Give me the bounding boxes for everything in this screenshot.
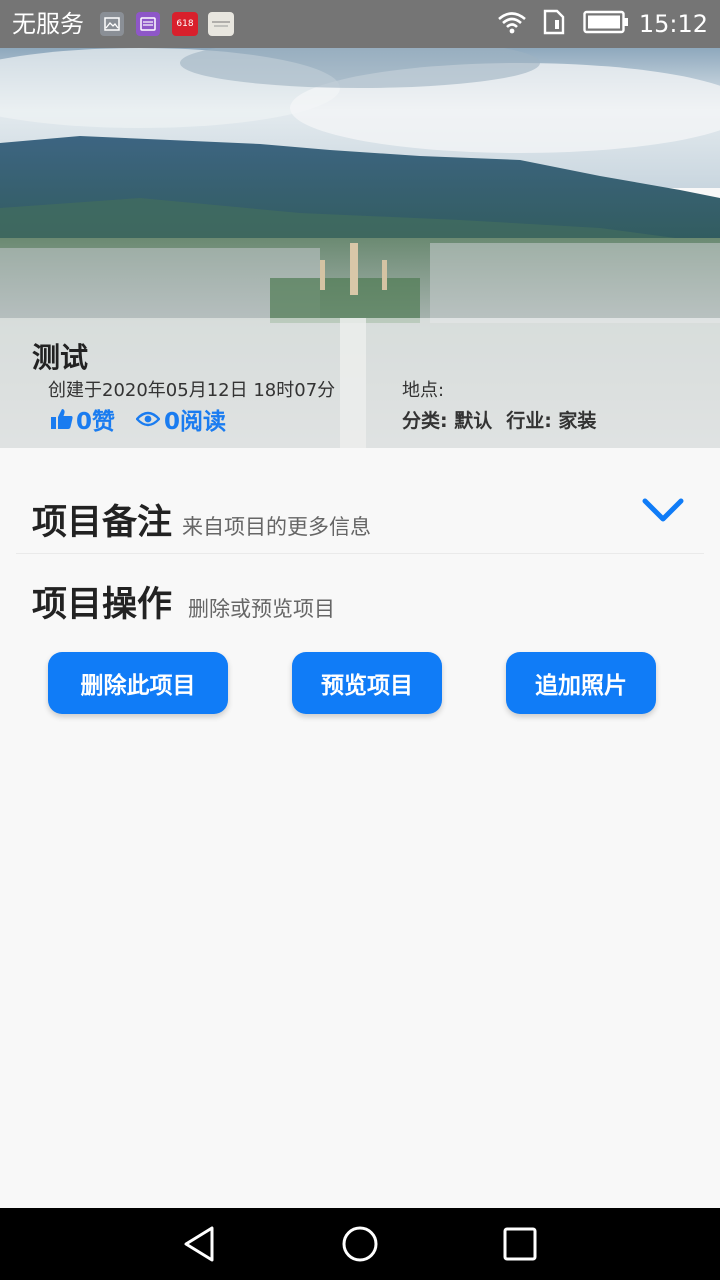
actions-section-header: 项目操作 删除或预览项目 <box>32 576 335 627</box>
chevron-down-icon[interactable] <box>640 494 686 526</box>
jd-618-icon: 618 <box>172 12 198 36</box>
app-thumbnail-icon <box>208 12 234 36</box>
delete-project-button[interactable]: 删除此项目 <box>48 652 228 714</box>
carrier-text: 无服务 <box>12 10 84 38</box>
back-icon[interactable] <box>180 1224 220 1264</box>
eye-icon <box>136 411 160 427</box>
like-button[interactable]: 0赞 <box>50 402 115 436</box>
like-count: 0赞 <box>76 409 116 435</box>
recent-apps-icon[interactable] <box>500 1224 540 1264</box>
wifi-icon <box>497 10 527 38</box>
message-icon <box>136 12 160 36</box>
industry-label: 行业: 家装 <box>506 410 597 432</box>
sim-icon <box>541 8 567 40</box>
created-date: 创建于2020年05月12日 18时07分 <box>48 380 336 401</box>
category-label: 分类: 默认 <box>402 410 493 432</box>
thumbs-up-icon <box>51 409 73 429</box>
status-bar: 无服务 618 15:12 <box>0 0 720 48</box>
location-label: 地点: <box>402 380 445 401</box>
actions-section-title: 项目操作 <box>32 585 173 625</box>
notes-section-title: 项目备注 <box>32 503 173 543</box>
read-count-indicator: 0阅读 <box>136 402 226 436</box>
gallery-icon <box>100 12 124 36</box>
navigation-bar <box>0 1208 720 1280</box>
notes-section-header[interactable]: 项目备注 来自项目的更多信息 <box>32 494 371 545</box>
actions-section-subtitle: 删除或预览项目 <box>188 597 336 621</box>
notes-section-subtitle: 来自项目的更多信息 <box>182 515 372 539</box>
section-divider <box>16 553 704 554</box>
preview-project-button[interactable]: 预览项目 <box>292 652 442 714</box>
add-photo-button[interactable]: 追加照片 <box>506 652 656 714</box>
project-meta: 分类: 默认 行业: 家装 <box>402 406 596 433</box>
project-cover-image: 测试 创建于2020年05月12日 18时07分 0赞 0阅读 地点: 分类: … <box>0 48 720 448</box>
jd-badge-text: 618 <box>176 19 194 29</box>
clock: 15:12 <box>638 10 708 38</box>
project-title: 测试 <box>32 341 89 374</box>
read-count: 0阅读 <box>164 409 227 435</box>
battery-icon <box>583 10 629 38</box>
home-icon[interactable] <box>340 1224 380 1264</box>
